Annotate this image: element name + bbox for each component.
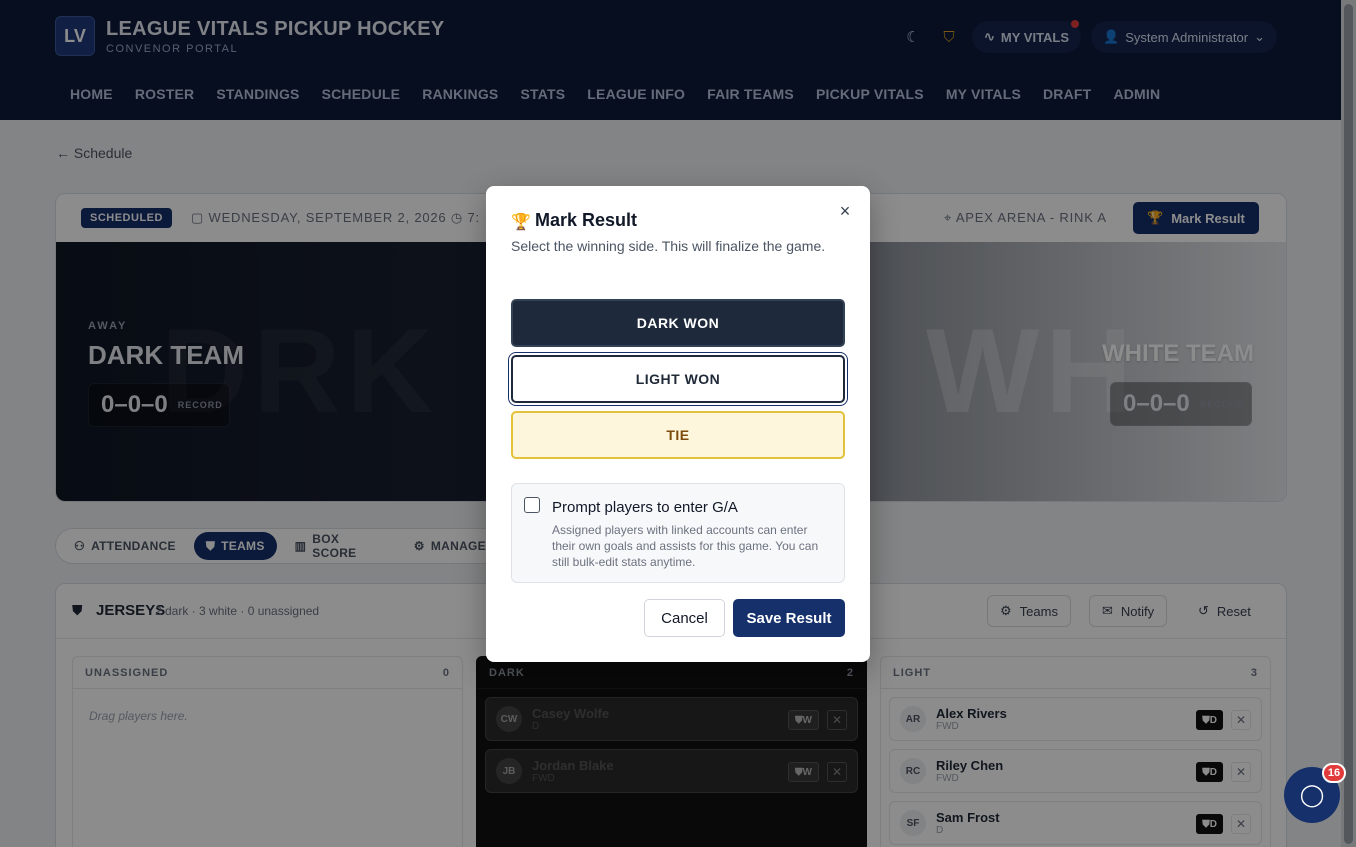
close-icon[interactable]: × — [836, 202, 854, 220]
mark-result-dialog: × 🏆 Mark Result Select the winning side.… — [486, 186, 870, 662]
prompt-ga-label[interactable]: Prompt players to enter G/A — [552, 499, 738, 516]
dark-won-option[interactable]: DARK WON — [511, 299, 845, 347]
prompt-ga-description: Assigned players with linked accounts ca… — [552, 523, 819, 569]
message-circle-icon: ◯ — [1299, 782, 1325, 807]
dialog-title: Mark Result — [535, 210, 638, 230]
save-result-button[interactable]: Save Result — [733, 599, 845, 637]
cancel-button[interactable]: Cancel — [644, 599, 725, 637]
prompt-ga-box: Prompt players to enter G/A Assigned pla… — [511, 483, 845, 583]
tie-option[interactable]: TIE — [511, 411, 845, 459]
dialog-description: Select the winning side. This will final… — [511, 238, 826, 254]
trophy-icon: 🏆 — [511, 214, 531, 231]
chat-unread-badge: 16 — [1322, 763, 1346, 783]
light-won-option[interactable]: LIGHT WON — [511, 355, 845, 403]
prompt-ga-checkbox[interactable] — [524, 497, 540, 513]
